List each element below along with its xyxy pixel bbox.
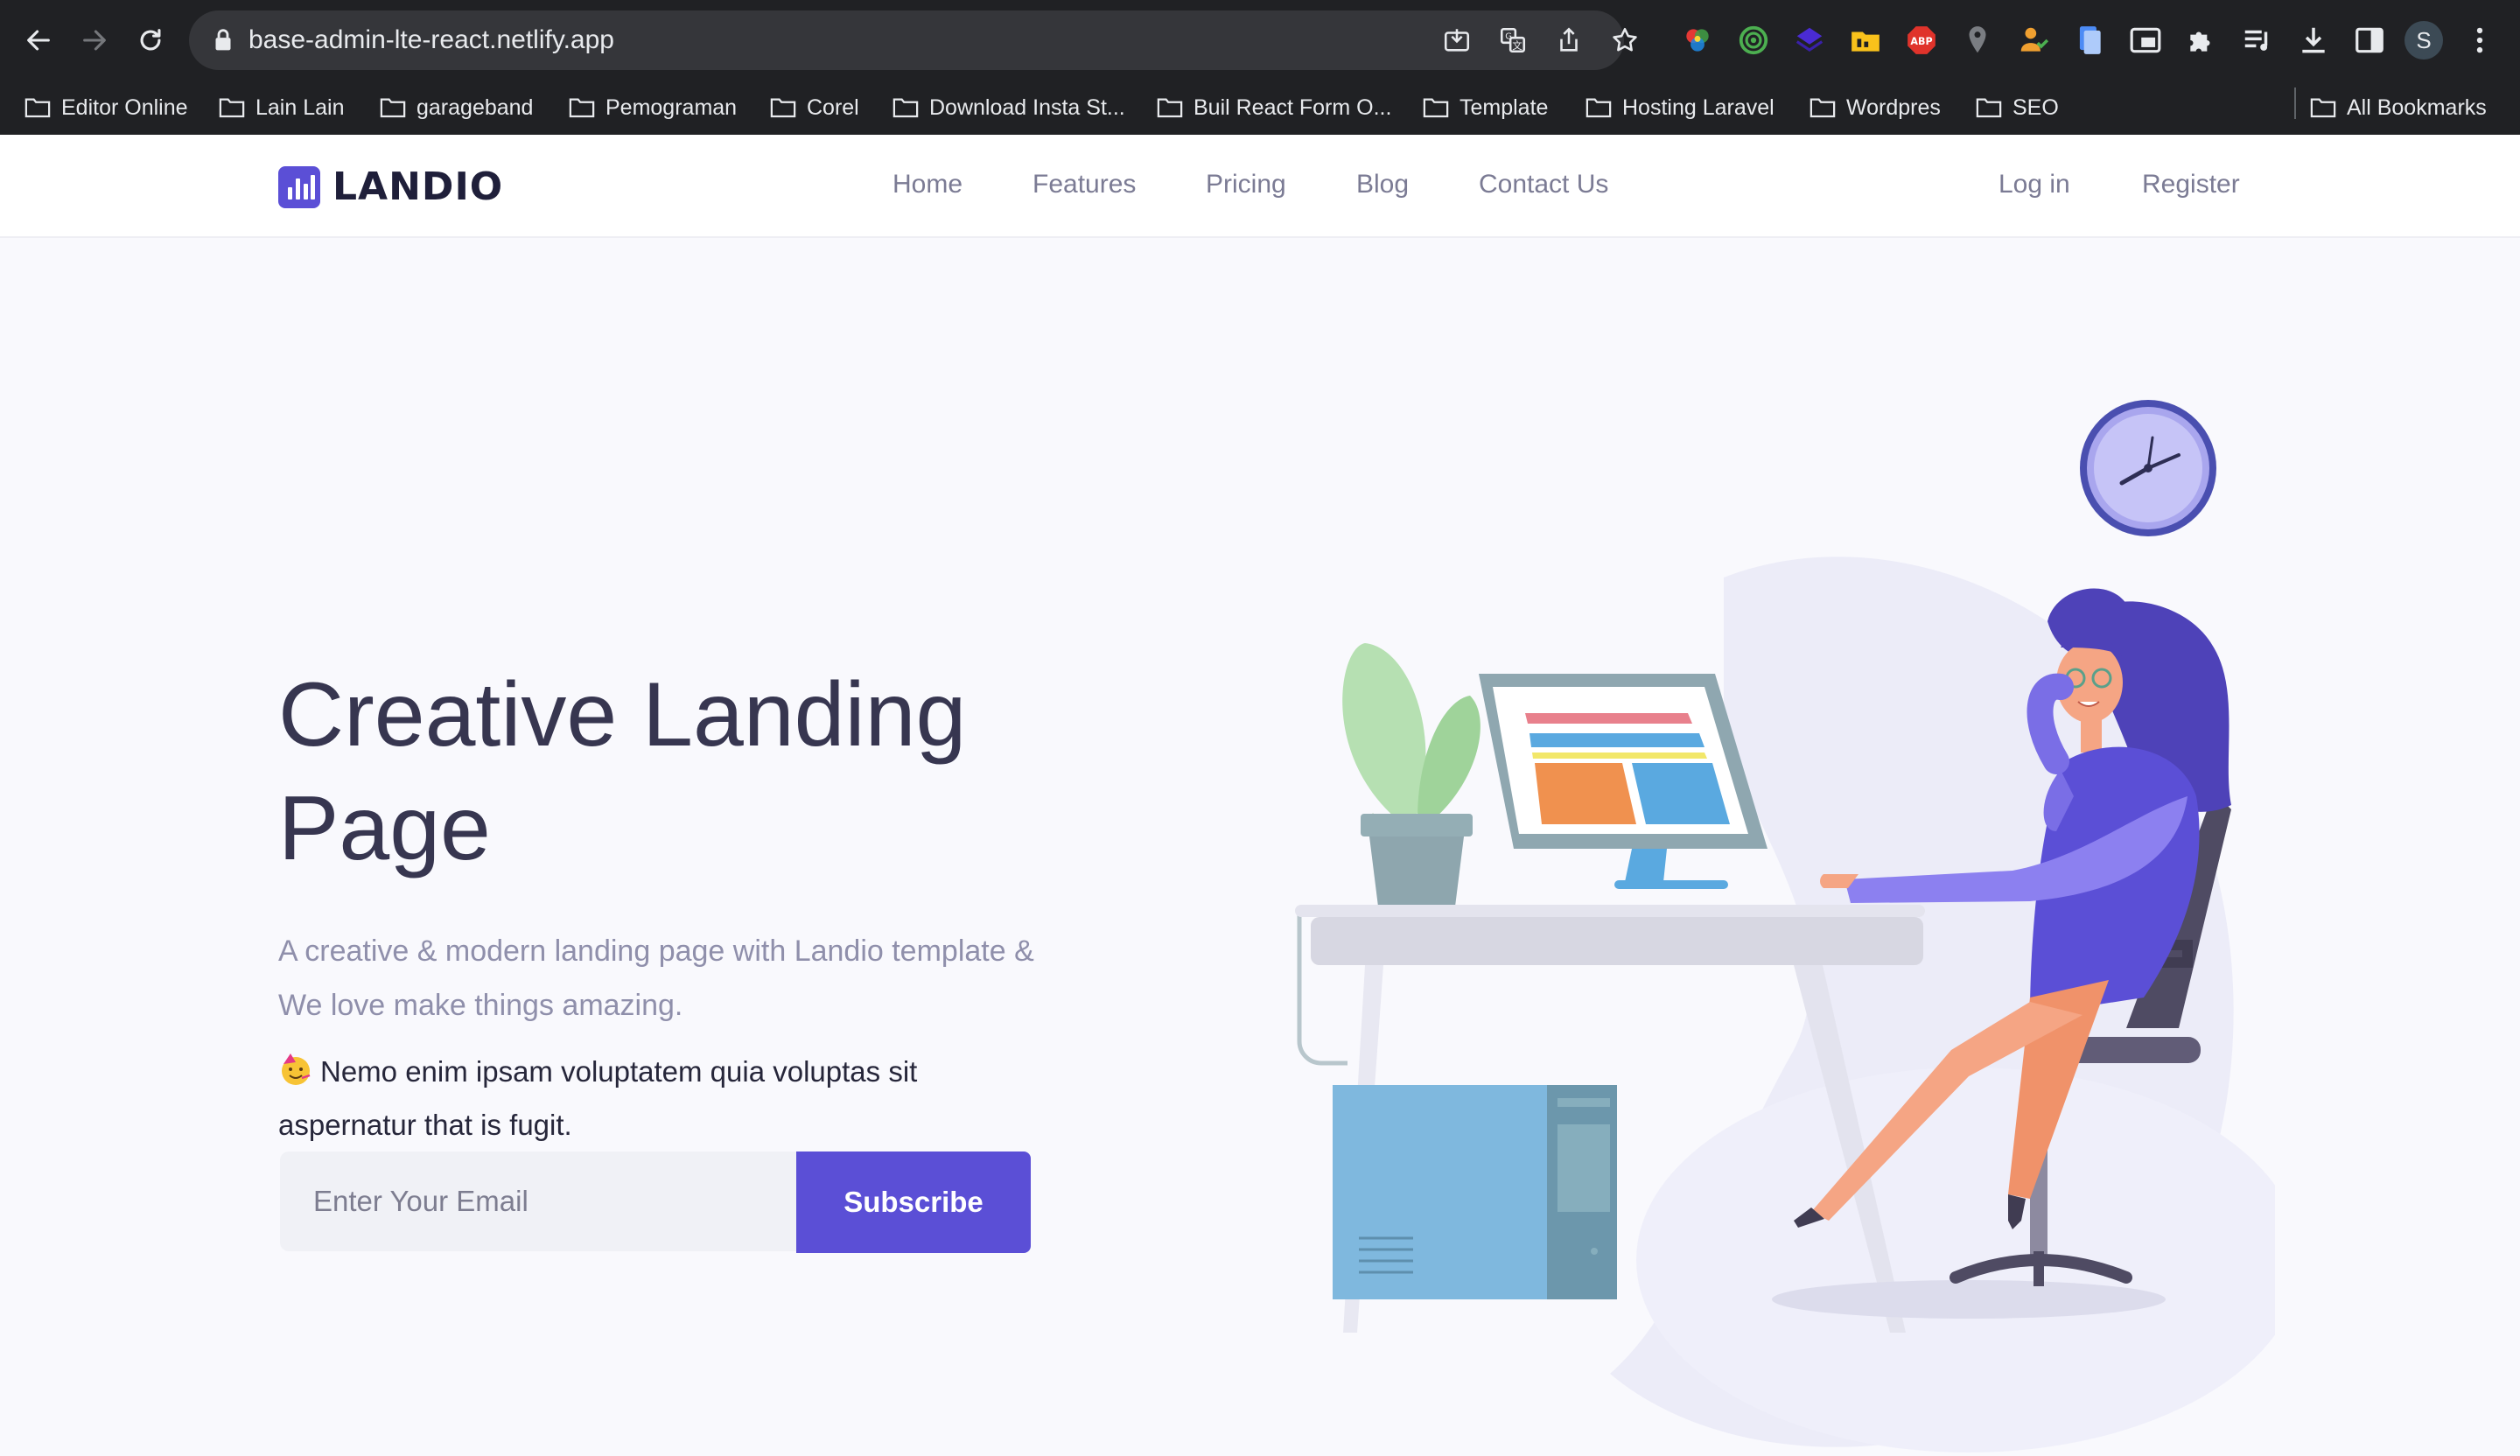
hero-title: Creative Landing Page (278, 664, 967, 879)
nav-contact-us[interactable]: Contact Us (1479, 170, 1608, 200)
hero-subtitle: A creative & modern landing page with La… (278, 934, 1034, 1022)
bookmark-folder[interactable]: Corel (770, 89, 859, 126)
bookmark-star-icon[interactable] (1610, 25, 1640, 55)
bookmark-folder[interactable]: Hosting Laravel (1586, 89, 1774, 126)
puzzle-icon (2190, 32, 2210, 52)
bookmark-folder[interactable]: Buil React Form O... (1157, 89, 1391, 126)
folder-icon (2310, 98, 2336, 118)
arrow-right-icon (83, 30, 106, 51)
side-panel-button[interactable] (2350, 21, 2389, 60)
email-input[interactable] (280, 1152, 796, 1251)
folder-icon (770, 98, 796, 118)
share-icon[interactable] (1554, 25, 1584, 55)
side-panel-icon (2356, 27, 2384, 53)
extension-target[interactable] (1734, 21, 1773, 60)
folder-icon (24, 98, 51, 118)
site-logo[interactable]: LANDIO (278, 164, 503, 209)
login-link[interactable]: Log in (1998, 170, 2070, 200)
party-face-icon (282, 1054, 311, 1085)
bookmark-folder[interactable]: Pemograman (569, 89, 737, 126)
all-bookmarks-button[interactable]: All Bookmarks (2310, 89, 2487, 126)
user-check-icon (2020, 27, 2049, 52)
register-link[interactable]: Register (2142, 170, 2240, 200)
svg-text:文: 文 (1512, 39, 1522, 52)
hero-illustration (1295, 400, 2275, 1452)
extension-location[interactable] (1958, 21, 1997, 60)
layers-icon (1796, 27, 1824, 52)
nav-home[interactable]: Home (892, 170, 962, 200)
lock-icon (215, 29, 231, 51)
bookmark-folder[interactable]: Download Insta St... (892, 89, 1125, 126)
window-icon (2130, 27, 2161, 53)
bookmark-folder[interactable]: Editor Online (24, 89, 188, 126)
bookmark-folder[interactable]: garageband (380, 89, 533, 126)
folder-icon (219, 98, 245, 118)
folder-icon (1423, 98, 1449, 118)
extension-adblock[interactable]: ABP (1902, 21, 1941, 60)
extensions-button[interactable] (2182, 21, 2221, 60)
folder-icon (569, 98, 595, 118)
subscribe-button[interactable]: Subscribe (796, 1152, 1031, 1253)
computer-tower-icon (1333, 1085, 1617, 1299)
nav-features[interactable]: Features (1032, 170, 1136, 200)
folder-yellow-icon (1852, 32, 1880, 52)
folder-icon (1976, 98, 2002, 118)
folder-icon (1157, 98, 1183, 118)
back-button[interactable] (16, 18, 61, 63)
background-blob-bottom (1636, 1068, 2275, 1452)
bookmark-folder[interactable]: Lain Lain (219, 89, 344, 126)
target-icon (1739, 25, 1768, 55)
bookmarks-bar: Editor Online Lain Lain garageband Pemog… (0, 80, 2520, 135)
nav-pricing[interactable]: Pricing (1206, 170, 1286, 200)
hero-note-text: Nemo enim ipsam voluptatem quia voluptas… (278, 1055, 918, 1141)
install-app-icon[interactable] (1442, 25, 1472, 55)
address-bar[interactable]: base-admin-lte-react.netlify.app 文G (189, 10, 1637, 70)
folder-icon (1586, 98, 1612, 118)
bookmark-folder[interactable]: Wordpres (1810, 89, 1941, 126)
svg-text:ABP: ABP (1910, 36, 1932, 47)
svg-text:G: G (1505, 32, 1512, 42)
adblock-icon: ABP (1908, 26, 1936, 54)
download-icon (2302, 27, 2325, 53)
clock-icon (2080, 400, 2216, 536)
document-icon (2079, 26, 2101, 54)
browser-toolbar: base-admin-lte-react.netlify.app 文G ABP (0, 0, 2520, 80)
reload-button[interactable] (128, 18, 173, 63)
bookmark-folder[interactable]: SEO (1976, 89, 2059, 126)
nav-blog[interactable]: Blog (1356, 170, 1409, 200)
extension-color-picker[interactable] (1678, 21, 1717, 60)
folder-icon (380, 98, 406, 118)
profile-avatar[interactable]: S (2404, 21, 2443, 60)
kebab-menu-icon (2476, 27, 2483, 53)
extension-docs[interactable] (2070, 21, 2109, 60)
browser-menu-button[interactable] (2460, 21, 2499, 60)
url-text: base-admin-lte-react.netlify.app (248, 25, 614, 54)
translate-icon[interactable]: 文G (1498, 25, 1528, 55)
extension-window[interactable] (2126, 21, 2165, 60)
extension-layers[interactable] (1790, 21, 1829, 60)
color-wheel-icon (1686, 29, 1709, 52)
bar-chart-icon (278, 165, 320, 208)
bookmark-folder[interactable]: Template (1423, 89, 1548, 126)
hero-note: Nemo enim ipsam voluptatem quia voluptas… (278, 1045, 1031, 1152)
reload-icon (140, 29, 161, 51)
extension-folder[interactable] (1846, 21, 1885, 60)
plant-icon (1342, 643, 1480, 906)
arrow-left-icon (27, 30, 50, 51)
extension-user-check[interactable] (2014, 21, 2053, 60)
folder-icon (892, 98, 919, 118)
browser-chrome: base-admin-lte-react.netlify.app 文G ABP (0, 0, 2520, 135)
logo-text: LANDIO (332, 164, 504, 209)
map-pin-icon (1969, 26, 1986, 53)
bookmarks-divider (2294, 88, 2296, 119)
monitor-icon (1479, 674, 1768, 889)
site-header: LANDIO Home Features Pricing Blog Contac… (0, 135, 2520, 238)
reading-list-button[interactable] (2238, 21, 2277, 60)
playlist-icon (2244, 30, 2268, 51)
folder-icon (1810, 98, 1836, 118)
downloads-button[interactable] (2294, 21, 2333, 60)
forward-button[interactable] (72, 18, 117, 63)
